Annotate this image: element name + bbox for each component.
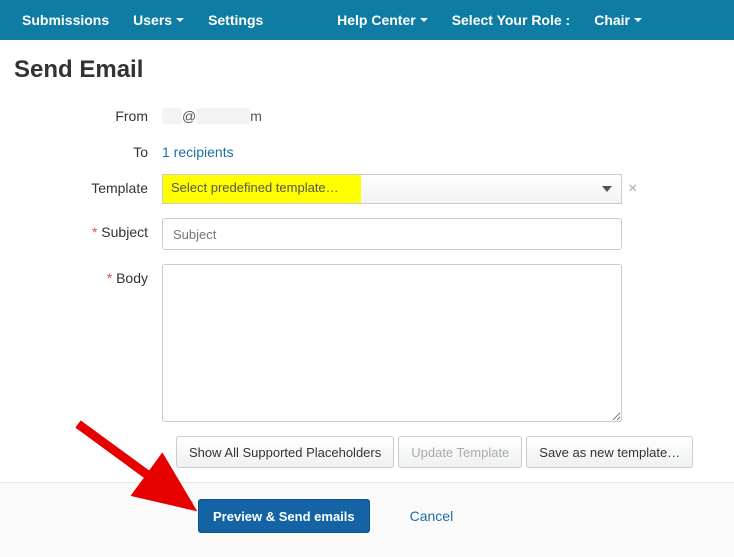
nav-select-role-label: Select Your Role : <box>440 0 583 40</box>
update-template-button[interactable]: Update Template <box>398 436 522 468</box>
subject-label-text: Subject <box>101 224 148 240</box>
template-select[interactable] <box>162 174 622 204</box>
template-label: Template <box>14 174 162 196</box>
redacted-text <box>162 108 182 124</box>
save-as-template-button[interactable]: Save as new template… <box>526 436 693 468</box>
to-label: To <box>14 138 162 160</box>
from-value: @ m <box>162 102 720 124</box>
to-recipients-link[interactable]: 1 recipients <box>162 144 234 160</box>
footer-action-bar: Preview & Send emails Cancel <box>0 482 734 557</box>
nav-users[interactable]: Users <box>121 0 196 40</box>
nav-role-dropdown[interactable]: Chair <box>582 0 654 40</box>
caret-down-icon <box>634 18 642 22</box>
from-label: From <box>14 102 162 124</box>
nav-settings-label: Settings <box>208 0 263 40</box>
show-placeholders-button[interactable]: Show All Supported Placeholders <box>176 436 394 468</box>
top-navbar: Submissions Users Settings Help Center S… <box>0 0 734 40</box>
redacted-text <box>196 108 250 124</box>
preview-send-button[interactable]: Preview & Send emails <box>198 499 370 533</box>
nav-help-center[interactable]: Help Center <box>325 0 440 40</box>
caret-down-icon <box>176 18 184 22</box>
nav-users-label: Users <box>133 0 172 40</box>
nav-submissions-label: Submissions <box>22 0 109 40</box>
from-suffix: m <box>250 108 262 124</box>
body-label-text: Body <box>116 270 148 286</box>
clear-template-icon[interactable]: × <box>628 180 637 198</box>
nav-blank-area <box>654 7 724 33</box>
subject-label: * Subject <box>14 218 162 240</box>
nav-submissions[interactable]: Submissions <box>10 0 121 40</box>
select-role-text: Select Your Role : <box>452 0 571 40</box>
nav-settings[interactable]: Settings <box>196 0 275 40</box>
page-title: Send Email <box>14 56 720 84</box>
cancel-link[interactable]: Cancel <box>410 508 454 524</box>
nav-role-value: Chair <box>594 0 630 40</box>
caret-down-icon <box>420 18 428 22</box>
body-label: * Body <box>14 264 162 286</box>
subject-input[interactable] <box>162 218 622 250</box>
body-textarea[interactable] <box>162 264 622 422</box>
nav-help-center-label: Help Center <box>337 0 416 40</box>
